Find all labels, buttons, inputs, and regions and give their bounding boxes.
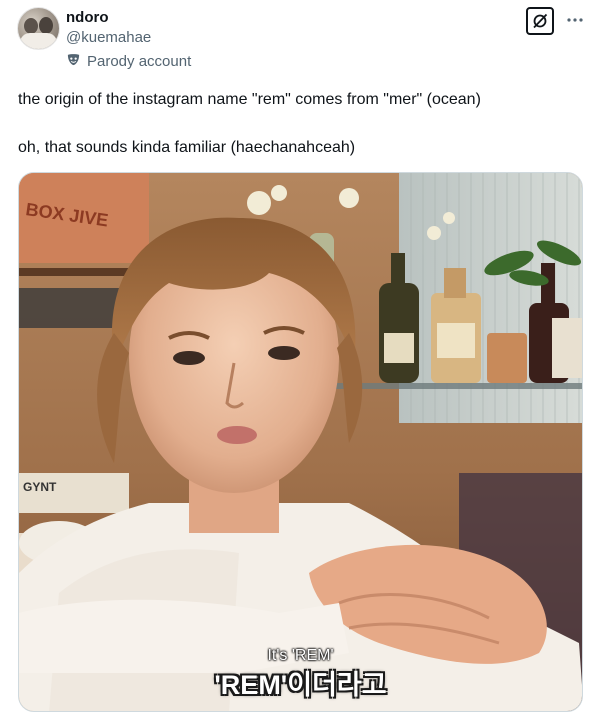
tweet-media[interactable]: BOX JIVE GYNT It's 'REM' 'REM'이더라고 (18, 172, 583, 712)
mask-icon (66, 52, 81, 72)
subtitle-korean: 'REM'이더라고 (214, 670, 387, 700)
grok-icon[interactable] (526, 7, 554, 35)
sign-text-2: GYNT (23, 480, 57, 494)
author-handle[interactable]: @kuemahae (66, 29, 151, 47)
tweet: ndoro @kuemahae Parody account the origi… (0, 0, 607, 712)
avatar[interactable] (17, 7, 60, 50)
tweet-text-line-2: oh, that sounds kinda familiar (haechana… (18, 139, 356, 156)
video-frame: BOX JIVE GYNT (19, 173, 582, 711)
author-display-name[interactable]: ndoro (66, 9, 109, 27)
parody-label-text: Parody account (87, 53, 192, 70)
tweet-text-line-1: the origin of the instagram name "rem" c… (18, 91, 481, 108)
parody-label: Parody account (66, 52, 191, 72)
more-icon[interactable] (565, 10, 585, 30)
